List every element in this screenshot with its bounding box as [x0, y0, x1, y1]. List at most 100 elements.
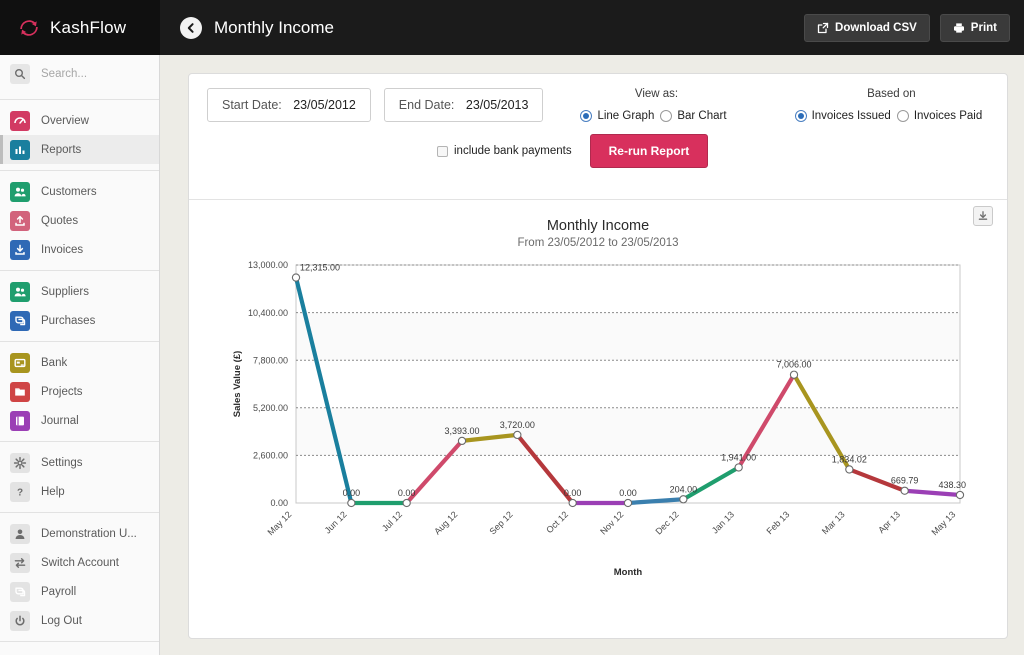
sidebar-item-quotes[interactable]: Quotes: [0, 206, 159, 235]
sidebar-item-bank[interactable]: Bank: [0, 348, 159, 377]
sidebar-item-overview[interactable]: Overview: [0, 106, 159, 135]
back-arrow-icon[interactable]: [180, 17, 202, 39]
brand-name: KashFlow: [50, 18, 126, 38]
y-axis-tick-label: 10,400.00: [248, 308, 288, 318]
end-date-value: 23/05/2013: [466, 98, 529, 112]
radio-dot-icon: [795, 110, 807, 122]
chart-panel: Monthly Income From 23/05/2012 to 23/05/…: [189, 200, 1007, 638]
data-point-label: 0.00: [564, 488, 582, 498]
sidebar-item-settings[interactable]: Settings: [0, 448, 159, 477]
chart-subtitle: From 23/05/2012 to 23/05/2013: [203, 237, 993, 249]
cart-icon: [10, 582, 30, 602]
sidebar-item-reports[interactable]: Reports: [0, 135, 159, 164]
income-line-chart: 0.002,600.005,200.007,800.0010,400.0013,…: [203, 255, 993, 590]
download-icon[interactable]: [973, 206, 993, 226]
radio-line-graph[interactable]: Line Graph: [580, 110, 654, 122]
data-point-label: 0.00: [343, 488, 361, 498]
chart-title: Monthly Income: [203, 218, 993, 234]
sidebar-item-label: Overview: [41, 115, 89, 127]
sidebar-item-log-out[interactable]: Log Out: [0, 606, 159, 635]
include-bank-payments-label: include bank payments: [454, 145, 572, 157]
data-point-label: 438.30: [938, 480, 966, 490]
y-axis-tick-label: 5,200.00: [253, 403, 288, 413]
sidebar-item-journal[interactable]: Journal: [0, 406, 159, 435]
radio-line-graph-label: Line Graph: [597, 110, 654, 122]
divider: [0, 341, 159, 342]
folder-icon: [10, 382, 30, 402]
download-box-icon: [10, 240, 30, 260]
data-point-label: 1,834.02: [832, 454, 867, 464]
person-icon: [10, 524, 30, 544]
page-title: Monthly Income: [214, 18, 334, 38]
x-axis-tick-label: Nov 12: [598, 509, 625, 536]
divider: [0, 641, 159, 642]
data-point-label: 1,941.00: [721, 452, 756, 462]
radio-dot-icon: [897, 110, 909, 122]
refresh-circle-icon: [18, 17, 40, 39]
x-axis-tick-label: May 12: [265, 509, 293, 537]
x-axis-tick-label: Sep 12: [488, 509, 515, 536]
search-placeholder: Search...: [41, 68, 87, 80]
end-date-field[interactable]: End Date: 23/05/2013: [384, 88, 544, 122]
power-icon: [10, 611, 30, 631]
question-icon: ?: [10, 482, 30, 502]
printer-icon: [953, 22, 965, 34]
sidebar-item-label: Customers: [41, 186, 97, 198]
sidebar-item-switch-account[interactable]: Switch Account: [0, 548, 159, 577]
x-axis-tick-label: Jul 12: [380, 509, 404, 533]
cart-icon: [10, 311, 30, 331]
report-filters: Start Date: 23/05/2012 End Date: 23/05/2…: [189, 74, 1007, 200]
print-label: Print: [971, 22, 997, 34]
sidebar-item-label: Switch Account: [41, 557, 119, 569]
print-button[interactable]: Print: [940, 14, 1010, 42]
sidebar-item-label: Log Out: [41, 615, 82, 627]
report-card: Start Date: 23/05/2012 End Date: 23/05/2…: [188, 73, 1008, 639]
divider: [0, 99, 159, 100]
view-as-group: View as: Line Graph Bar Chart: [580, 88, 732, 122]
y-axis-tick-label: 2,600.00: [253, 451, 288, 461]
divider: [0, 270, 159, 271]
sidebar-item-suppliers[interactable]: Suppliers: [0, 277, 159, 306]
include-bank-payments-checkbox[interactable]: include bank payments: [437, 145, 572, 157]
sidebar-item-demonstration-u[interactable]: Demonstration U...: [0, 519, 159, 548]
sidebar-item-customers[interactable]: Customers: [0, 177, 159, 206]
radio-invoices-issued[interactable]: Invoices Issued: [795, 110, 891, 122]
radio-invoices-paid-label: Invoices Paid: [914, 110, 982, 122]
card-icon: [10, 353, 30, 373]
x-axis-tick-label: Jun 12: [323, 509, 349, 535]
sidebar-item-purchases[interactable]: Purchases: [0, 306, 159, 335]
data-point-label: 3,393.00: [444, 426, 479, 436]
rerun-report-button[interactable]: Re-run Report: [590, 134, 709, 168]
x-axis-tick-label: Feb 13: [765, 509, 792, 536]
top-bar: KashFlow Monthly Income Download CS: [0, 0, 1024, 55]
sidebar-item-label: Reports: [41, 144, 81, 156]
search-input[interactable]: Search...: [0, 55, 159, 93]
radio-bar-chart[interactable]: Bar Chart: [660, 110, 726, 122]
download-csv-button[interactable]: Download CSV: [804, 14, 930, 42]
sidebar-item-label: Settings: [41, 457, 83, 469]
upload-box-icon: [10, 211, 30, 231]
sidebar-item-payroll[interactable]: Payroll: [0, 577, 159, 606]
sidebar-item-help[interactable]: ? Help: [0, 477, 159, 506]
based-on-title: Based on: [795, 88, 989, 100]
sidebar-item-label: Help: [41, 486, 65, 498]
sidebar-item-projects[interactable]: Projects: [0, 377, 159, 406]
data-point-label: 0.00: [398, 488, 416, 498]
sidebar-item-label: Quotes: [41, 215, 78, 227]
divider: [0, 512, 159, 513]
based-on-group: Based on Invoices Issued Invoices Paid: [795, 88, 989, 122]
start-date-field[interactable]: Start Date: 23/05/2012: [207, 88, 371, 122]
radio-invoices-paid[interactable]: Invoices Paid: [897, 110, 982, 122]
sidebar-item-invoices[interactable]: Invoices: [0, 235, 159, 264]
gear-icon: [10, 453, 30, 473]
y-axis-tick-label: 13,000.00: [248, 260, 288, 270]
sidebar-item-label: Journal: [41, 415, 79, 427]
sidebar-item-label: Demonstration U...: [41, 528, 137, 540]
x-axis-tick-label: Dec 12: [654, 509, 681, 536]
data-point-label: 0.00: [619, 488, 637, 498]
data-point-label: 204.00: [670, 484, 698, 494]
radio-bar-chart-label: Bar Chart: [677, 110, 726, 122]
top-actions: Download CSV Print: [804, 14, 1024, 42]
brand[interactable]: KashFlow: [0, 0, 160, 55]
x-axis-tick-label: May 13: [929, 509, 957, 537]
